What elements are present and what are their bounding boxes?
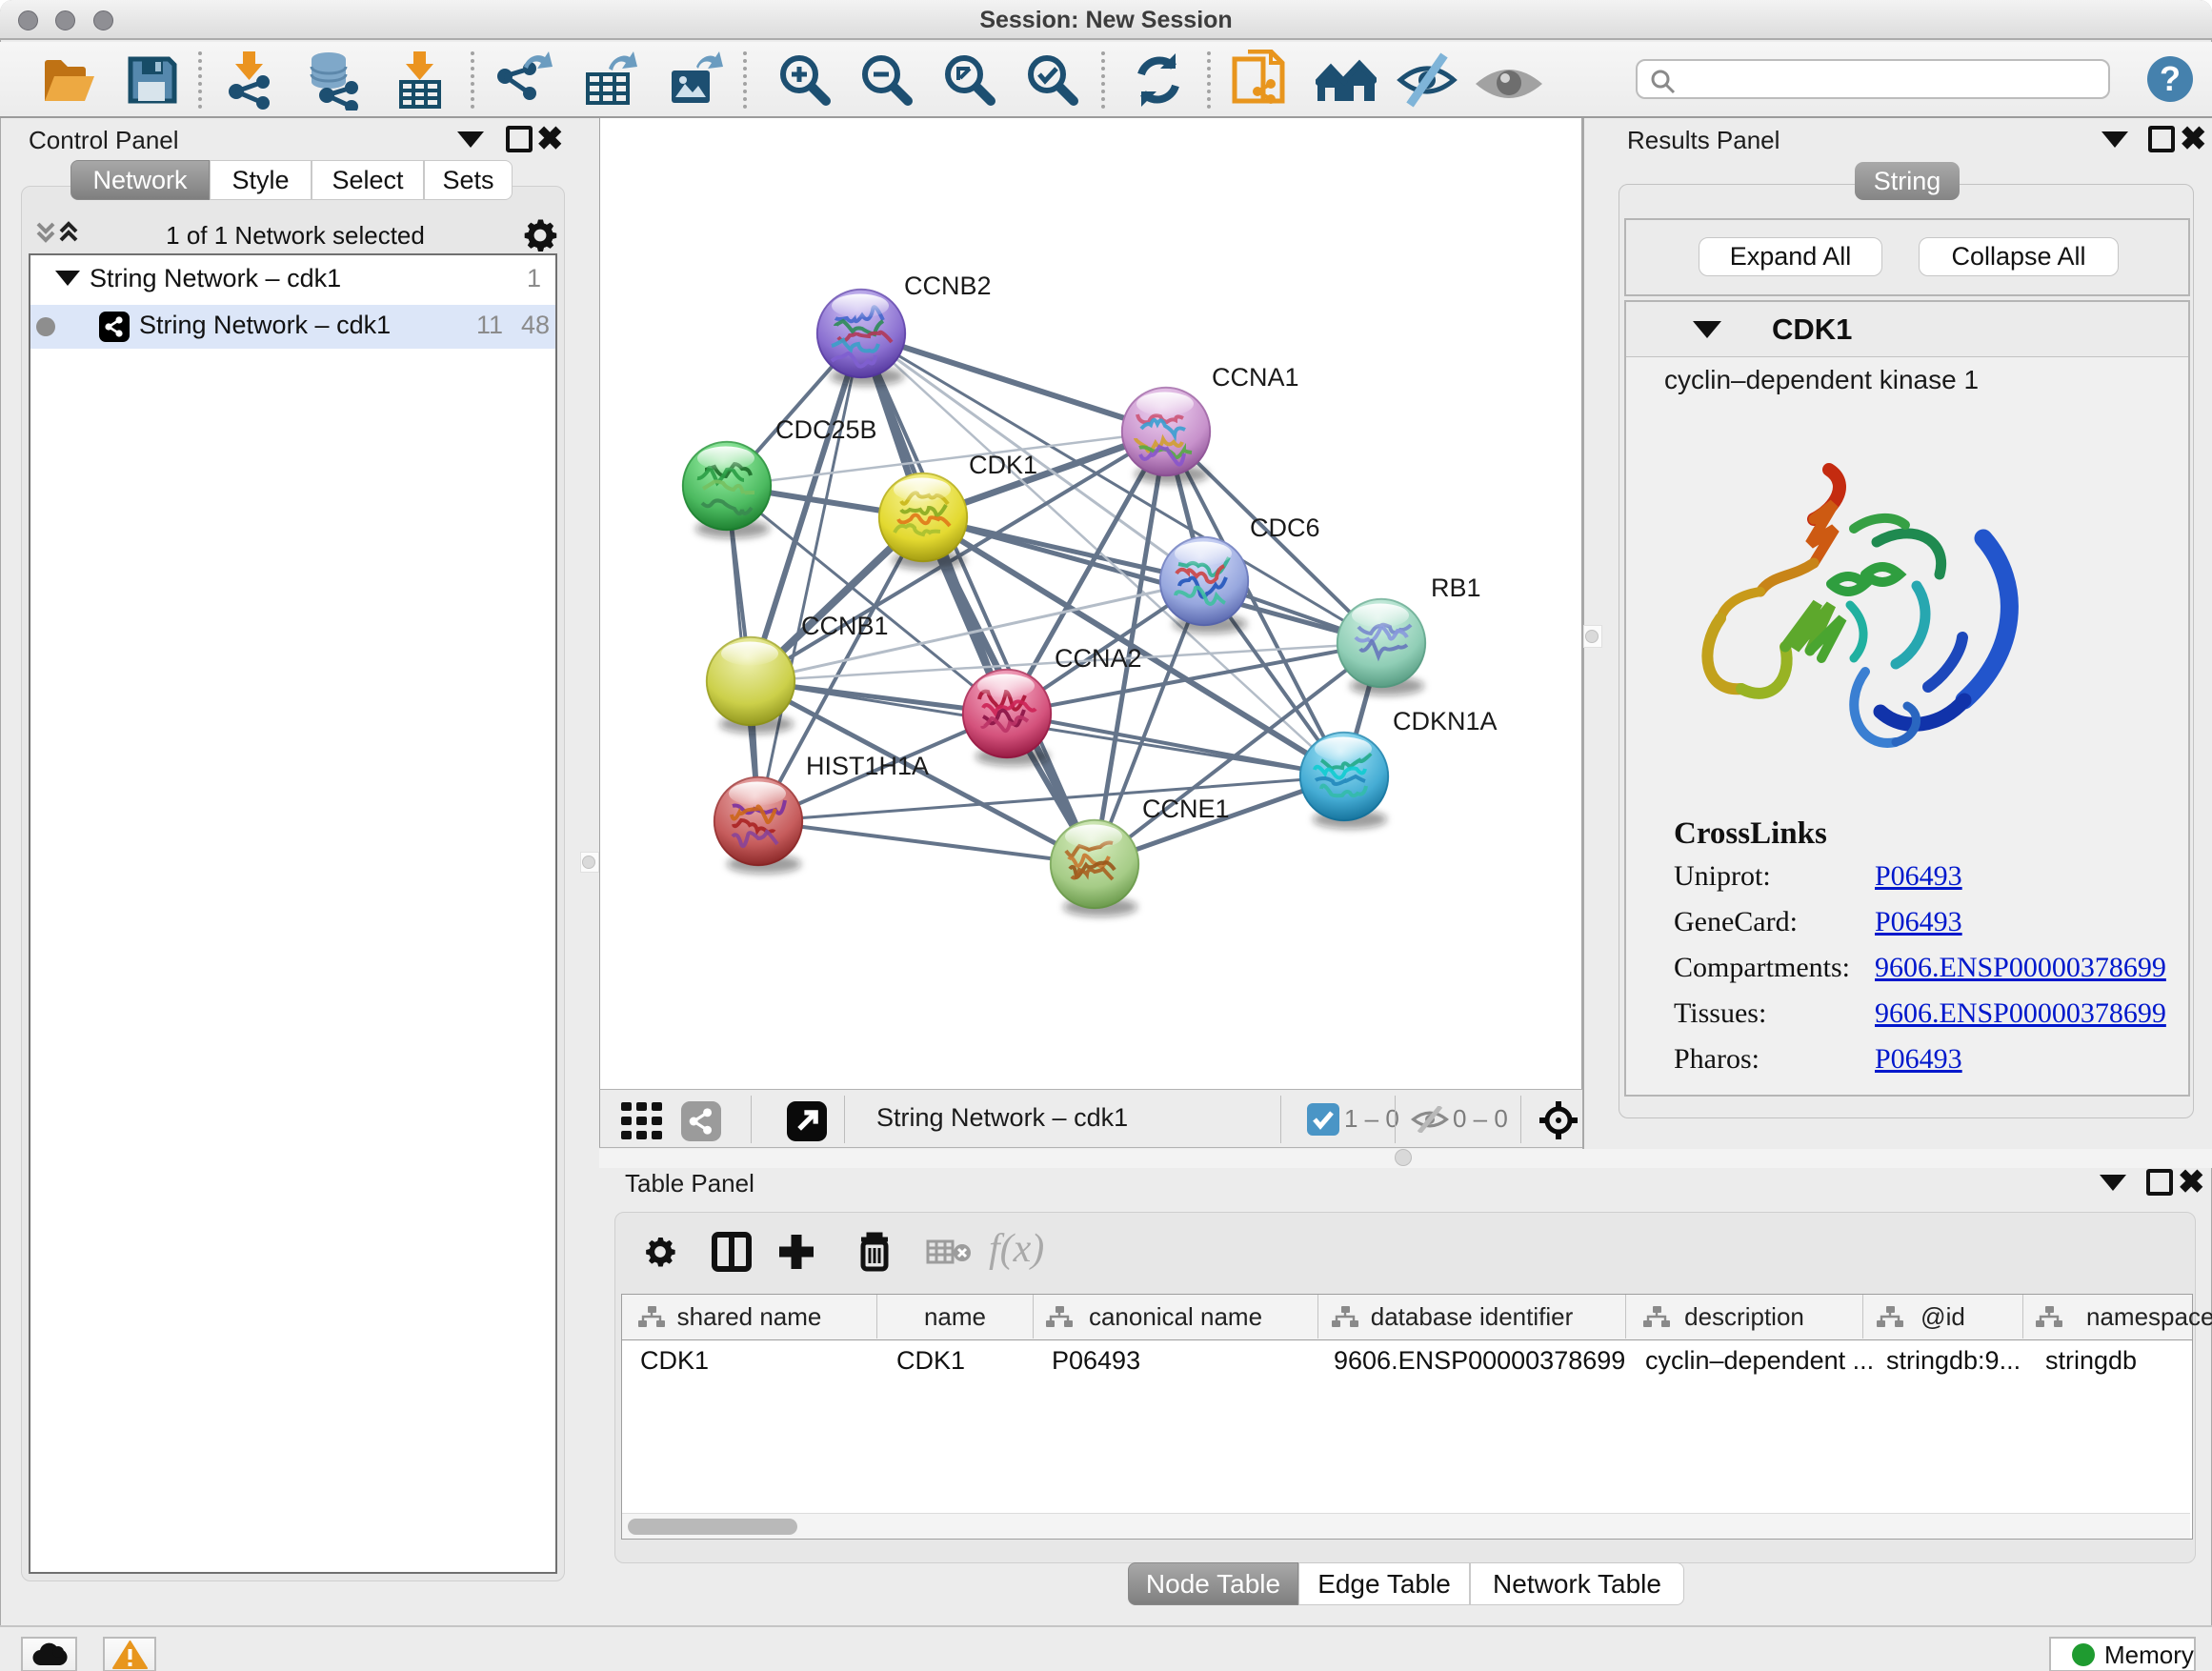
svg-text:RB1: RB1 [1431, 574, 1481, 602]
svg-text:CCNA2: CCNA2 [1055, 644, 1142, 673]
svg-text:CDC6: CDC6 [1250, 513, 1320, 542]
svg-text:CCNA1: CCNA1 [1212, 363, 1299, 392]
svg-text:CDK1: CDK1 [969, 451, 1037, 479]
svg-text:CCNE1: CCNE1 [1142, 795, 1230, 823]
svg-text:CDC25B: CDC25B [775, 415, 877, 444]
svg-text:CDKN1A: CDKN1A [1393, 707, 1498, 735]
svg-text:CCNB1: CCNB1 [801, 612, 889, 640]
svg-text:HIST1H1A: HIST1H1A [806, 752, 929, 780]
svg-text:?: ? [2160, 59, 2181, 98]
svg-text:CCNB2: CCNB2 [904, 272, 992, 300]
